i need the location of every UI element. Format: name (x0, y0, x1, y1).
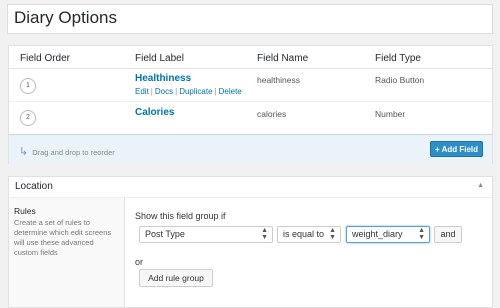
rule-value-select[interactable]: weight_diary ▲ ▼ (346, 226, 430, 243)
rule-operator-value: is equal to (283, 229, 325, 239)
title-field[interactable]: Diary Options (7, 4, 493, 34)
add-field-button[interactable]: + Add Field (430, 141, 483, 157)
field-name-cell: healthiness (257, 75, 301, 85)
field-order-badge[interactable]: 2 (20, 110, 36, 126)
header-field-type: Field Type (375, 53, 421, 64)
select-arrows-icon: ▲ ▼ (418, 227, 425, 241)
location-header[interactable]: Location ▲ (9, 177, 492, 198)
add-rule-group-button[interactable]: Add rule group (139, 269, 213, 287)
drag-hint-text: Drag and drop to reorder (32, 148, 115, 157)
drag-hint: ↳ Drag and drop to reorder (19, 145, 115, 158)
field-label-link[interactable]: Healthiness (135, 73, 191, 84)
rule-param-select[interactable]: Post Type ▲ ▼ (139, 226, 273, 243)
show-if-label: Show this field group if (135, 211, 226, 221)
field-group-title[interactable]: Diary Options (14, 8, 117, 28)
collapse-triangle-icon[interactable]: ▲ (477, 182, 484, 189)
select-arrows-icon: ▲ ▼ (261, 227, 268, 241)
duplicate-link[interactable]: Duplicate (179, 87, 212, 96)
rules-description: Create a set of rules to determine which… (14, 218, 112, 257)
edit-link[interactable]: Edit (135, 87, 149, 96)
field-type-cell: Number (375, 109, 406, 119)
row-divider (9, 101, 492, 102)
field-type-cell: Radio Button (375, 75, 425, 85)
field-row-calories[interactable]: 2 Calories calories Number (9, 101, 492, 134)
rules-title: Rules (14, 206, 36, 216)
fields-panel: Field Order Field Label Field Name Field… (8, 45, 493, 165)
field-label-link[interactable]: Calories (135, 107, 174, 118)
field-row-actions: Edit | Docs | Duplicate | Delete (135, 87, 242, 96)
header-field-order: Field Order (20, 53, 71, 64)
and-button[interactable]: and (434, 226, 462, 243)
field-name-cell: calories (257, 109, 287, 119)
location-panel: Location ▲ Rules Create a set of rules t… (8, 176, 493, 308)
rules-sidebar: Rules Create a set of rules to determine… (9, 198, 125, 307)
header-field-name: Field Name (257, 53, 309, 64)
rule-operator-select[interactable]: is equal to ▲ ▼ (277, 226, 341, 243)
fields-footer: ↳ Drag and drop to reorder + Add Field (9, 134, 492, 165)
delete-link[interactable]: Delete (219, 87, 242, 96)
field-order-badge[interactable]: 1 (20, 78, 36, 94)
select-arrows-icon: ▲ ▼ (329, 227, 336, 241)
rule-value-value: weight_diary (352, 229, 403, 239)
location-title: Location (15, 181, 53, 192)
docs-link[interactable]: Docs (155, 87, 173, 96)
rule-param-value: Post Type (145, 229, 185, 239)
reorder-arrow-icon: ↳ (19, 146, 29, 158)
or-label: or (135, 257, 144, 267)
field-row-healthiness[interactable]: 1 Healthiness Edit | Docs | Duplicate | Delete… (9, 69, 492, 101)
header-field-label: Field Label (135, 53, 184, 64)
